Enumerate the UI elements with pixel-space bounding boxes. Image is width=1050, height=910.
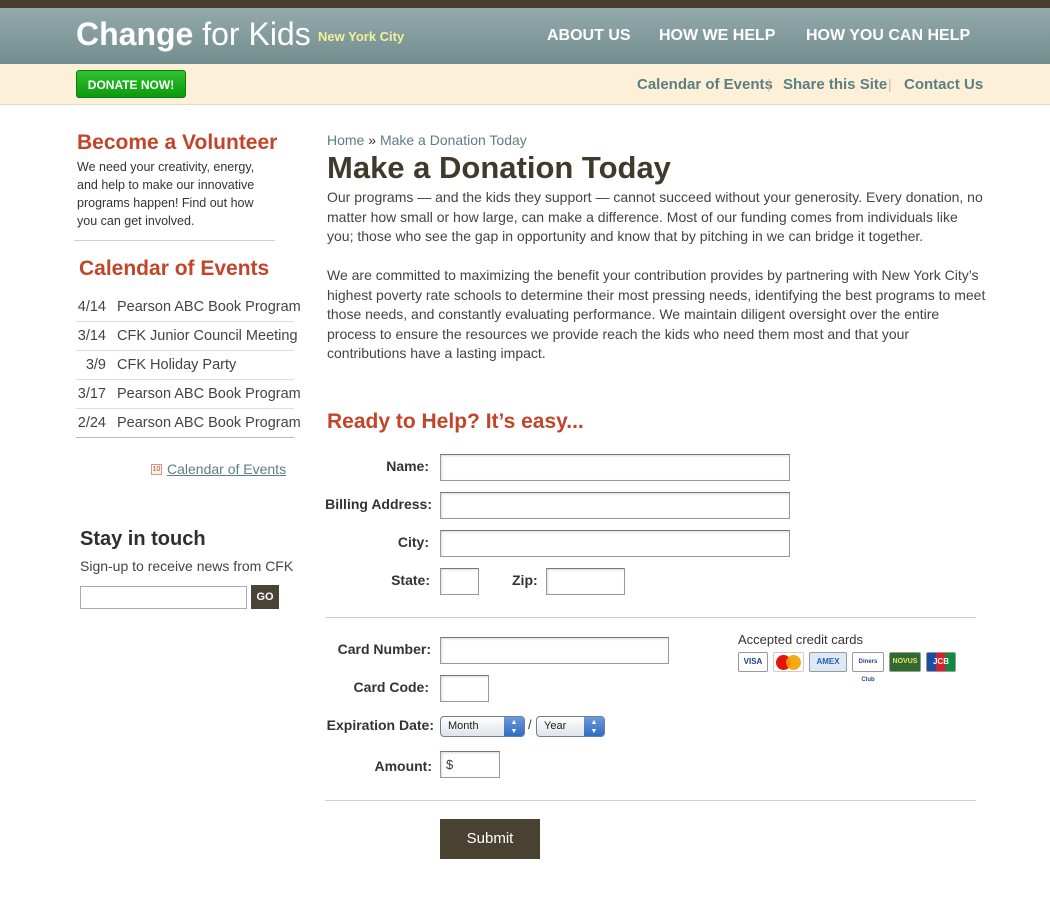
select-arrows-icon: ▲ ▼ (584, 717, 604, 736)
city-input[interactable] (440, 530, 790, 557)
newsletter-text: Sign-up to receive news from CFK (80, 558, 294, 574)
nav-about-us[interactable]: ABOUT US (547, 27, 631, 45)
jcb-card-icon: JCB (926, 652, 956, 672)
util-link-contact[interactable]: Contact Us (904, 76, 983, 93)
diners-club-card-icon: Diners Club (852, 652, 884, 683)
amount-input[interactable]: $ (440, 751, 500, 778)
breadcrumb-current[interactable]: Make a Donation Today (380, 132, 527, 148)
name-label: Name: (386, 458, 429, 474)
nav-how-you-can-help[interactable]: HOW YOU CAN HELP (806, 27, 970, 45)
month-select-value: Month (448, 720, 479, 732)
event-date: 3/9 (85, 357, 106, 373)
event-name: CFK Junior Council Meeting (117, 328, 298, 344)
calendar-icon: 10 (151, 464, 162, 475)
card-code-input[interactable] (440, 675, 489, 702)
year-select-value: Year (544, 720, 567, 732)
expiration-month-select[interactable]: Month ▲ ▼ (440, 716, 525, 737)
billing-address-input[interactable] (440, 492, 790, 519)
form-divider (325, 800, 976, 801)
zip-label: Zip: (512, 572, 538, 588)
ready-to-help-heading: Ready to Help? It’s easy... (327, 410, 584, 433)
discover-novus-card-icon: NOVUS (889, 652, 921, 672)
date-separator: / (528, 717, 532, 732)
breadcrumb: Home » Make a Donation Today (327, 132, 527, 148)
breadcrumb-separator: » (368, 132, 377, 148)
amount-label: Amount: (374, 758, 432, 774)
commitment-paragraph: We are committed to maximizing the benef… (327, 267, 986, 362)
top-stripe (0, 0, 1050, 8)
card-number-input[interactable] (440, 637, 669, 664)
utility-bar: DONATE NOW! Calendar of Events | Share t… (0, 64, 1050, 105)
event-date: 4/14 (77, 299, 106, 315)
util-separator: | (767, 76, 771, 92)
amex-card-icon: AMEX (809, 652, 847, 672)
accepted-cards-label: Accepted credit cards (738, 632, 864, 647)
expiration-date-label: Expiration Date: (326, 717, 434, 733)
amount-prefix: $ (446, 757, 454, 772)
page-title: Make a Donation Today (327, 150, 671, 185)
card-code-label: Card Code: (353, 679, 429, 695)
calendar-heading: Calendar of Events (79, 257, 270, 280)
logo[interactable]: Change for Kids (76, 16, 311, 53)
logo-city: New York City (318, 29, 405, 44)
util-link-share[interactable]: Share this Site (783, 76, 887, 93)
event-row[interactable]: 3/14 CFK Junior Council Meeting (76, 322, 298, 351)
event-date: 2/24 (77, 415, 106, 431)
expiration-year-select[interactable]: Year ▲ ▼ (536, 716, 605, 737)
volunteer-text: We need your creativity, energy, and hel… (77, 160, 255, 228)
event-row[interactable]: 3/17 Pearson ABC Book Program (76, 380, 301, 409)
visa-card-icon: VISA (738, 652, 768, 672)
state-input[interactable] (440, 568, 479, 595)
mastercard-icon (773, 652, 804, 672)
event-date: 3/17 (77, 386, 106, 402)
state-label: State: (391, 572, 430, 588)
site-header: Change for Kids New York City ABOUT US H… (0, 8, 1050, 64)
event-name: Pearson ABC Book Program (117, 386, 301, 402)
city-label: City: (397, 534, 429, 550)
name-input[interactable] (440, 454, 790, 481)
billing-address-label: Billing Address: (325, 496, 432, 512)
event-name: Pearson ABC Book Program (117, 299, 301, 315)
event-row[interactable]: 2/24 Pearson ABC Book Program (76, 409, 301, 438)
calendar-of-events-link[interactable]: Calendar of Events (167, 461, 286, 477)
event-name: Pearson ABC Book Program (117, 415, 301, 431)
stay-in-touch-heading: Stay in touch (80, 528, 206, 550)
util-separator: | (888, 76, 892, 92)
form-divider (325, 617, 976, 618)
logo-bold-text: Change (76, 16, 194, 52)
newsletter-go-button[interactable]: GO (251, 585, 279, 609)
intro-paragraph: Our programs — and the kids they support… (327, 189, 983, 245)
event-row[interactable]: 4/14 Pearson ABC Book Program (76, 293, 301, 322)
volunteer-heading[interactable]: Become a Volunteer (77, 131, 277, 155)
logo-light-text: for Kids (202, 16, 311, 52)
select-arrows-icon: ▲ ▼ (504, 717, 524, 736)
nav-how-we-help[interactable]: HOW WE HELP (659, 27, 775, 45)
divider (74, 240, 275, 241)
event-name: CFK Holiday Party (117, 357, 237, 373)
event-date: 3/14 (77, 328, 106, 344)
submit-button[interactable]: Submit (440, 819, 540, 859)
card-number-label: Card Number: (337, 641, 431, 657)
breadcrumb-home[interactable]: Home (327, 132, 364, 148)
util-link-calendar[interactable]: Calendar of Events (637, 76, 773, 93)
donate-now-button[interactable]: DONATE NOW! (76, 70, 186, 98)
newsletter-email-input[interactable] (80, 586, 247, 609)
zip-input[interactable] (546, 568, 625, 595)
event-row[interactable]: 3/9 CFK Holiday Party (76, 351, 294, 380)
